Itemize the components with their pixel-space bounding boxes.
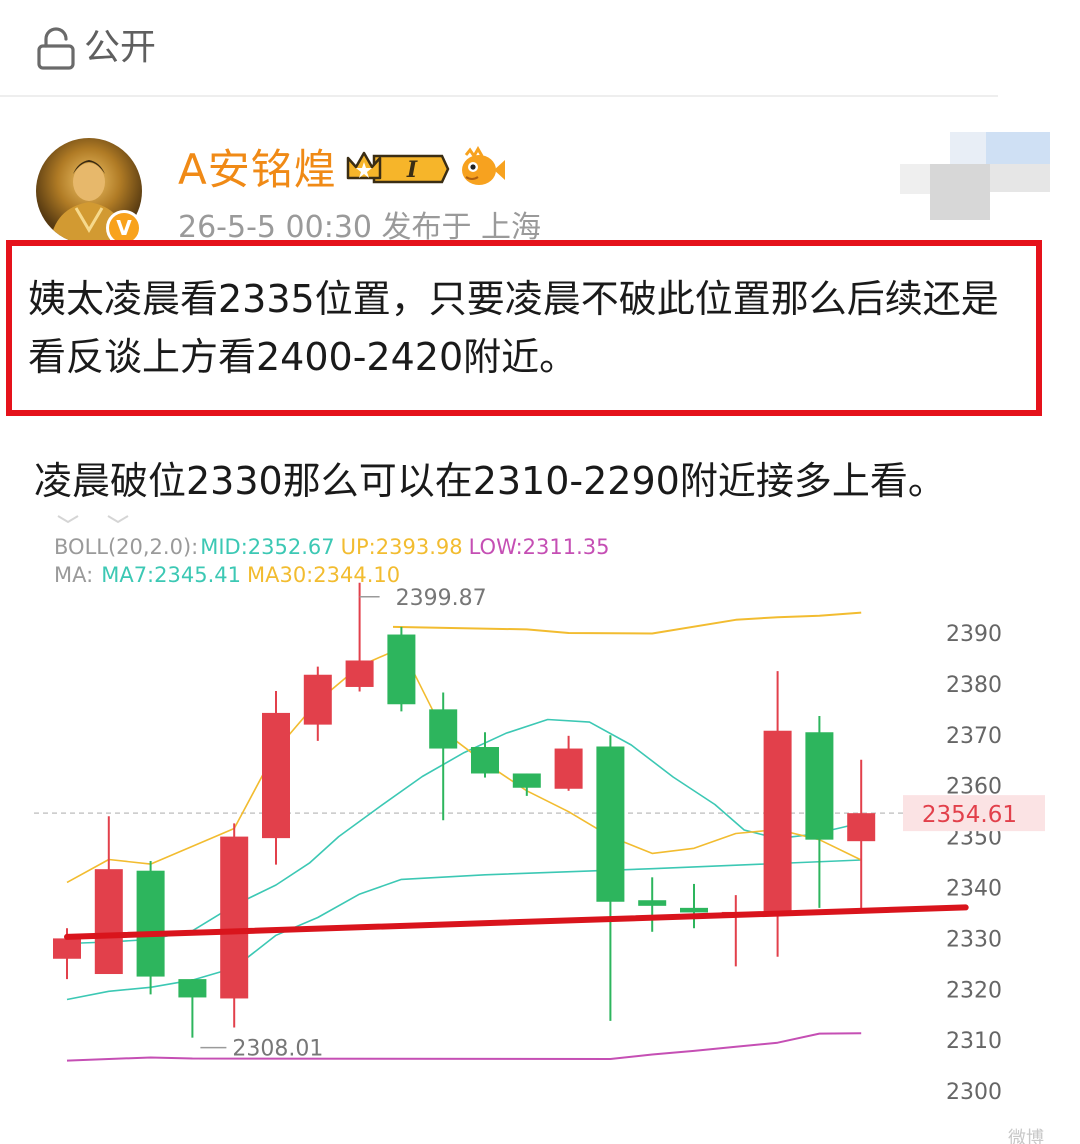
y-tick-label: 2320 (946, 978, 1002, 1003)
candle-body (53, 938, 81, 959)
candle-body (805, 732, 834, 840)
post-body-text: 凌晨破位2330那么可以在2310-2290附近接多上看。 (34, 459, 946, 503)
y-tick-label: 2340 (946, 877, 1002, 902)
candle-body (94, 869, 123, 975)
boll-mid-line (66, 718, 862, 945)
y-tick-label: 2330 (946, 927, 1002, 952)
y-tick-label: 2310 (946, 1029, 1002, 1054)
candle-body (136, 870, 165, 977)
support-annotation-line (64, 904, 969, 940)
blurred-area (900, 128, 1050, 223)
candle-body (554, 748, 583, 789)
post-meta: 26-5-5 00:30 发布于 上海 (178, 210, 542, 240)
candle-body (638, 900, 667, 906)
candle-body (262, 712, 290, 839)
candle-body (178, 979, 207, 998)
crown-level-text: I (406, 157, 418, 183)
divider (0, 95, 998, 97)
weibo-watermark: 微博 (1008, 1128, 1044, 1144)
lock-icon (37, 27, 75, 70)
y-tick-label: 2390 (946, 622, 1002, 647)
y-tick-label: 2370 (946, 724, 1002, 749)
high-price-label: 2399.87 (396, 586, 487, 611)
ma30-line (66, 647, 862, 884)
candle-body (680, 907, 708, 913)
candle-body (220, 836, 249, 999)
boll-up-line (392, 611, 862, 635)
y-tick-label: 2300 (946, 1080, 1002, 1105)
candle-body (303, 674, 332, 725)
current-price-label: 2354.61 (922, 802, 1017, 828)
candle-body (471, 747, 499, 774)
candle-body (847, 813, 876, 842)
candle-body (596, 746, 625, 902)
kline-chart[interactable]: BOLL(20,2.0):MID:2352.67 UP:2393.98 LOW:23… (0, 510, 1080, 1144)
candle-body (512, 773, 541, 788)
candle-body (345, 660, 374, 687)
crown-level-badge[interactable]: I (344, 148, 450, 190)
visibility-label: 公开 (84, 27, 157, 68)
y-tick-label: 2380 (946, 673, 1002, 698)
chart-plot: 2399.872308.0123902380237023602350234023… (34, 582, 1045, 1105)
low-price-label: 2308.01 (232, 1037, 323, 1062)
candle-body (387, 634, 416, 705)
ma7-line (66, 859, 862, 1001)
boll-low-line (66, 1032, 862, 1062)
author-name[interactable]: A安铭煌 (178, 146, 337, 194)
highlight-text: 姨太凌晨看2335位置，只要凌晨不破此位置那么后续还是看反谈上方看2400-24… (28, 277, 999, 379)
candle-body (763, 730, 792, 912)
visibility-bar[interactable]: 公开 (0, 0, 1080, 96)
candle-body (429, 709, 458, 749)
fish-icon (462, 146, 505, 185)
